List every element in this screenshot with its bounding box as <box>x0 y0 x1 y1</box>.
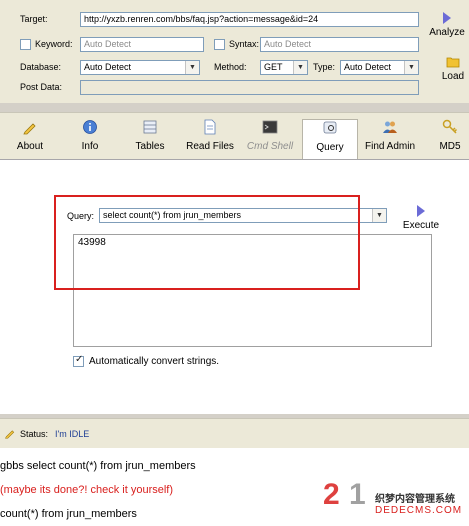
syntax-label: Syntax: <box>229 39 260 49</box>
status-label: Status: <box>20 429 49 439</box>
users-icon <box>383 121 397 133</box>
auto-convert-label: Automatically convert strings. <box>89 356 220 367</box>
info-label: Info <box>81 141 99 152</box>
analyze-label: Analyze <box>429 27 465 38</box>
postdata-input[interactable] <box>80 80 419 95</box>
log-line: count(*) from jrun_members <box>0 508 137 520</box>
cmd-shell-label: Cmd Shell <box>246 141 294 152</box>
about-label: About <box>16 141 44 152</box>
postdata-label: Post Data: <box>20 82 63 92</box>
info-button[interactable]: Info <box>62 119 118 159</box>
chevron-down-icon: ▼ <box>404 61 418 74</box>
type-select[interactable]: Auto Detect ▼ <box>340 60 419 75</box>
find-admin-button[interactable]: Find Admin <box>362 119 418 159</box>
info-icon <box>83 120 97 134</box>
key-icon <box>442 119 458 134</box>
execute-button[interactable]: Execute <box>398 205 444 231</box>
chevron-down-icon: ▼ <box>185 61 199 74</box>
md5-label: MD5 <box>439 141 461 152</box>
method-select[interactable]: GET ▼ <box>260 60 308 75</box>
syntax-checkbox[interactable] <box>214 39 225 50</box>
play-icon <box>417 205 425 217</box>
query-label: Query <box>316 142 344 153</box>
query-tab[interactable]: Query <box>302 119 358 160</box>
folder-icon <box>446 57 460 68</box>
analyze-button[interactable]: Analyze <box>427 12 467 38</box>
load-button[interactable]: Load <box>437 56 469 82</box>
document-icon <box>204 119 216 135</box>
target-label: Target: <box>20 14 48 24</box>
database-label: Database: <box>20 62 62 72</box>
load-label: Load <box>441 71 465 82</box>
keyword-label: Keyword: <box>35 39 73 49</box>
md5-button[interactable]: MD5 <box>422 119 469 159</box>
log-line: (maybe its done?! check it yourself) <box>0 484 174 496</box>
method-select-value: GET <box>264 62 283 72</box>
pencil-icon <box>5 430 15 439</box>
status-bar: Status: I'm IDLE <box>0 418 469 448</box>
watermark-site: DEDECMS.COM <box>375 505 463 516</box>
watermark-tagline: 织梦内容管理系统 <box>375 494 455 505</box>
syntax-input[interactable]: Auto Detect <box>260 37 419 52</box>
terminal-icon <box>262 120 278 134</box>
chevron-down-icon: ▼ <box>293 61 307 74</box>
database-select[interactable]: Auto Detect ▼ <box>80 60 200 75</box>
type-label: Type: <box>313 62 336 72</box>
query-icon <box>323 121 337 134</box>
toolbar: About Info Tables Read Files Cmd Shell Q… <box>0 112 469 160</box>
pencil-icon <box>23 123 36 135</box>
highlight-annotation <box>54 195 360 290</box>
chevron-down-icon: ▼ <box>372 209 386 222</box>
svg-text:1: 1 <box>349 478 366 511</box>
tables-label: Tables <box>135 141 165 152</box>
tables-button[interactable]: Tables <box>122 119 178 159</box>
status-value: I'm IDLE <box>55 429 90 439</box>
database-select-value: Auto Detect <box>84 62 132 72</box>
watermark-logo: 2 1 织梦内容管理系统 DEDECMS.COM <box>315 478 465 524</box>
keyword-input[interactable]: Auto Detect <box>80 37 204 52</box>
method-label: Method: <box>214 62 247 72</box>
svg-text:2: 2 <box>323 478 340 511</box>
read-files-label: Read Files <box>186 141 234 152</box>
table-icon <box>143 120 157 134</box>
target-input[interactable]: http://yxzb.renren.com/bbs/faq.jsp?actio… <box>80 12 419 27</box>
target-form: Target: http://yxzb.renren.com/bbs/faq.j… <box>0 0 469 103</box>
find-admin-label: Find Admin <box>364 141 416 152</box>
auto-convert-checkbox[interactable] <box>73 354 84 367</box>
about-button[interactable]: About <box>2 119 58 159</box>
log-line: gbbs select count(*) from jrun_members <box>0 460 196 472</box>
execute-label: Execute <box>402 220 440 231</box>
cmd-shell-button[interactable]: Cmd Shell <box>242 119 298 159</box>
play-icon <box>443 12 451 24</box>
read-files-button[interactable]: Read Files <box>182 119 238 159</box>
type-select-value: Auto Detect <box>344 62 392 72</box>
keyword-checkbox[interactable] <box>20 39 31 50</box>
